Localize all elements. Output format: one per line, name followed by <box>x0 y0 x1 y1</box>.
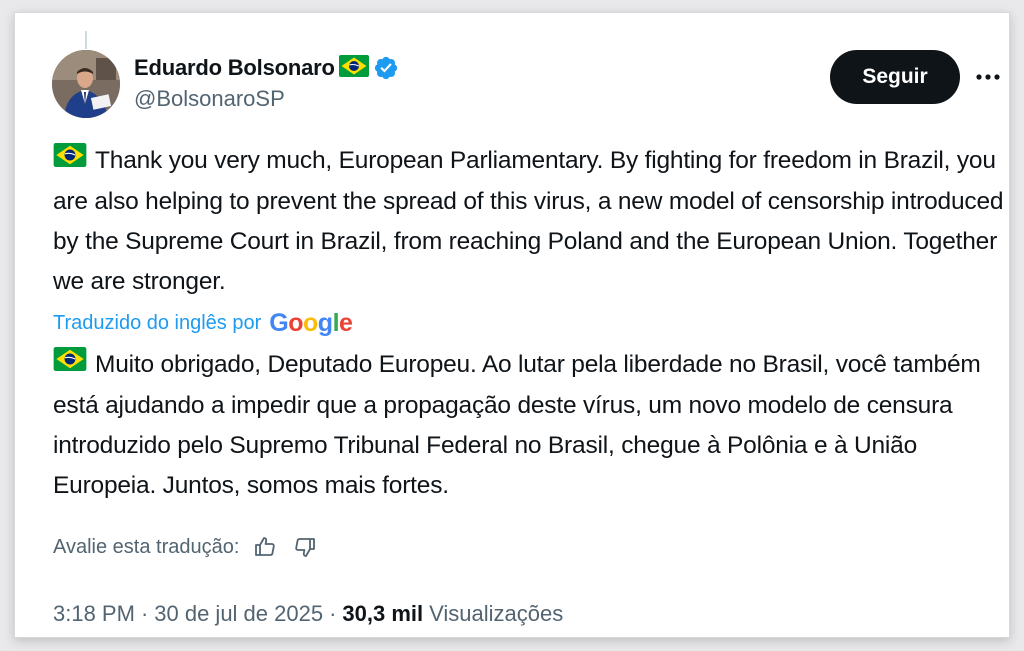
follow-button[interactable]: Seguir <box>830 50 960 104</box>
thumbs-up-icon[interactable] <box>251 533 279 561</box>
brazil-flag-icon <box>53 140 87 180</box>
author-handle[interactable]: @BolsonaroSP <box>134 86 285 112</box>
google-logo: Google <box>269 308 353 337</box>
rate-translation-row: Avalie esta tradução: <box>53 529 319 565</box>
avatar[interactable] <box>52 50 120 118</box>
brazil-flag-icon <box>338 54 369 82</box>
rate-translation-label: Avalie esta tradução: <box>53 535 240 558</box>
brazil-flag-icon <box>53 344 87 384</box>
views-count: 30,3 mil <box>342 601 424 626</box>
translation-attribution: Traduzido do inglês por Google <box>53 306 353 340</box>
tweet-date[interactable]: 30 de jul de 2025 <box>154 601 323 627</box>
author-name-row: Eduardo Bolsonaro <box>134 53 399 83</box>
tweet-time[interactable]: 3:18 PM <box>53 601 135 627</box>
meta-separator: · <box>140 601 149 626</box>
author-display-name[interactable]: Eduardo Bolsonaro <box>134 55 335 81</box>
tweet-translated-text: Muito obrigado, Deputado Europeu. Ao lut… <box>53 345 1008 506</box>
views-label: Visualizações <box>429 601 564 626</box>
meta-separator: · <box>329 601 337 626</box>
translated-text-body: Muito obrigado, Deputado Europeu. Ao lut… <box>53 351 981 499</box>
tweet-original-text: Thank you very much, European Parliament… <box>53 141 1008 302</box>
thumbs-down-icon[interactable] <box>291 533 319 561</box>
avatar-photo <box>52 50 120 118</box>
original-text-body: Thank you very much, European Parliament… <box>53 147 1004 295</box>
tweet-card: Eduardo Bolsonaro @BolsonaroSP Seguir Th… <box>14 12 1010 638</box>
more-options-icon[interactable] <box>970 63 1006 91</box>
thread-connector-line <box>85 31 87 49</box>
tweet-meta-row: 3:18 PM · 30 de jul de 2025 · 30,3 mil V… <box>53 596 563 632</box>
translated-by-label[interactable]: Traduzido do inglês por <box>53 312 261 335</box>
verified-badge-icon[interactable] <box>373 55 399 81</box>
